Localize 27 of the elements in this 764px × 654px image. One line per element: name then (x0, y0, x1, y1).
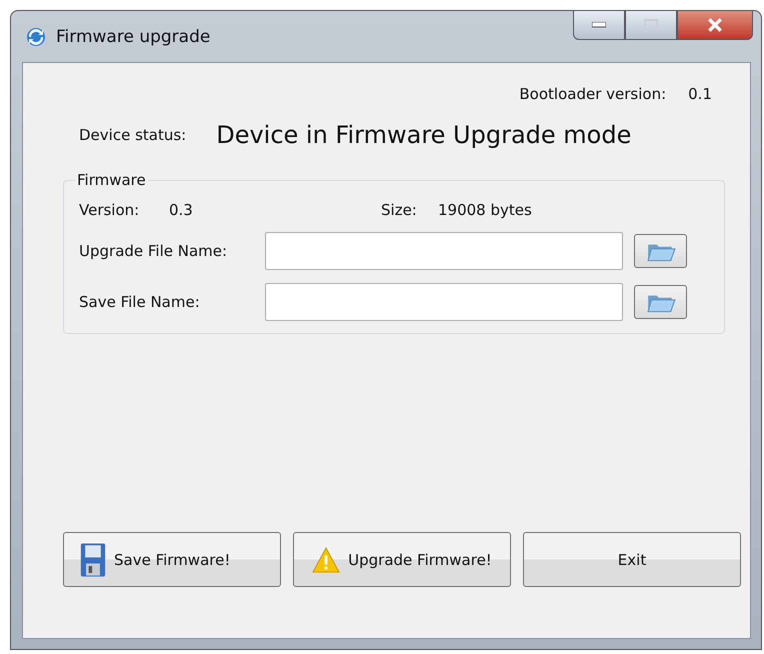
close-icon (707, 18, 723, 32)
maximize-button[interactable] (625, 10, 677, 40)
size-value: 19008 bytes (438, 201, 532, 219)
action-button[interactable]: Upgrade Firmware! (293, 532, 511, 587)
file-name-field[interactable] (265, 283, 623, 321)
refresh-icon (26, 26, 46, 46)
bootloader-label: Bootloader version: (519, 85, 666, 103)
window-title: Firmware upgrade (56, 26, 210, 46)
version-value: 0.3 (169, 201, 194, 219)
device-status-value: Device in Firmware Upgrade mode (216, 121, 632, 149)
minimize-button[interactable] (573, 10, 625, 40)
bootloader-value: 0.1 (688, 85, 712, 103)
action-button[interactable]: Exit (523, 532, 741, 587)
version-label: Version: (79, 201, 140, 219)
device-status-label: Device status: (79, 126, 186, 144)
field-label: Upgrade File Name: (79, 242, 228, 260)
action-button[interactable]: Save Firmware! (63, 532, 281, 587)
group-title: Firmware (76, 171, 147, 189)
minimize-icon (592, 22, 606, 28)
maximize-icon (644, 19, 658, 31)
browse-button[interactable] (634, 234, 687, 268)
close-button[interactable] (677, 10, 753, 40)
warning-icon (312, 546, 340, 572)
field-label: Save File Name: (79, 293, 201, 311)
file-name-field[interactable] (265, 232, 623, 270)
size-label: Size: (381, 201, 418, 219)
browse-button[interactable] (634, 285, 687, 319)
